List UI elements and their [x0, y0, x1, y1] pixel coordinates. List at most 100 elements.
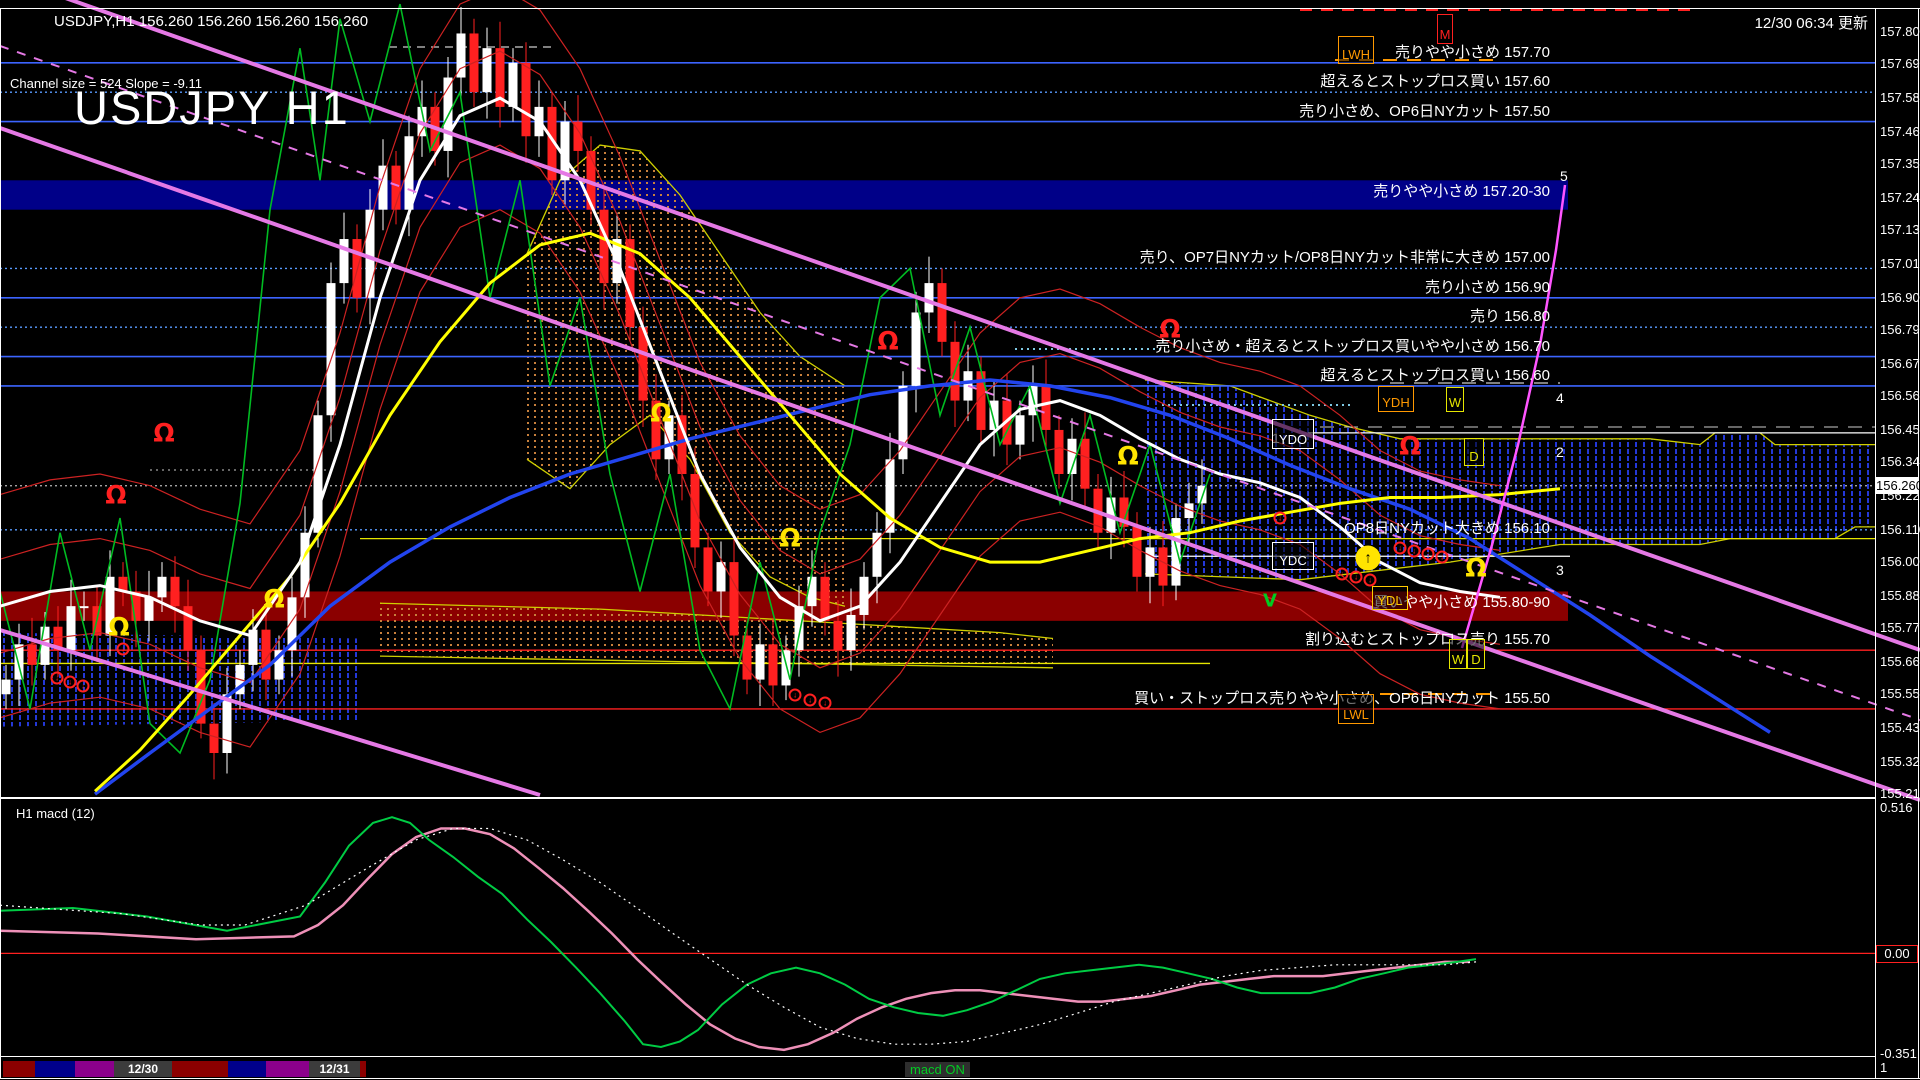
price-axis-tick: 156.675	[1880, 356, 1920, 371]
last-updated-timestamp: 12/30 06:34 更新	[1755, 12, 1868, 33]
window-top-border	[0, 8, 1920, 9]
timeline-segment[interactable]	[3, 1061, 35, 1077]
period-marker-box-ydo[interactable]: YDO	[1272, 419, 1314, 449]
buy-signal-icon: Ω	[1117, 441, 1138, 470]
period-marker-box-lwh[interactable]: LWH	[1338, 36, 1374, 64]
fractal-circle-icon: ↓	[1422, 548, 1435, 561]
fractal-circle-icon: ↓	[1408, 545, 1421, 558]
buy-signal-icon: Ω	[263, 584, 284, 613]
period-marker-box-w[interactable]: W	[1446, 387, 1464, 412]
fractal-circle-icon: ↓	[804, 694, 817, 707]
candle-body	[1016, 415, 1025, 444]
candle-body	[210, 724, 219, 753]
price-axis-tick: 155.320	[1880, 754, 1920, 769]
macd-signal-dotted-line	[0, 829, 1476, 1045]
trading-chart-window: USDJPY H1 USDJPY,H1 156.260 156.260 156.…	[0, 0, 1920, 1080]
price-annotation: 売り、OP7日NYカット/OP8日NYカット非常に大きめ 157.00	[0, 249, 1550, 267]
price-axis-tick: 157.580	[1880, 90, 1920, 105]
candle-body	[704, 547, 713, 591]
candle-body	[873, 533, 882, 577]
candle-body	[782, 650, 791, 685]
price-axis-tick: 155.435	[1880, 720, 1920, 735]
timeline-segment[interactable]	[75, 1061, 114, 1077]
period-marker-box-d[interactable]: D	[1467, 639, 1485, 669]
price-annotation: 割り込むとストップロス売り 155.70	[0, 631, 1550, 649]
fractal-circle-icon: ↓	[1364, 574, 1377, 587]
candle-body	[1081, 439, 1090, 489]
price-axis-tick: 157.355	[1880, 156, 1920, 171]
period-marker-box-w[interactable]: W	[1449, 639, 1467, 669]
price-axis-tick: 155.210	[1880, 786, 1920, 801]
price-annotation: 超えるとストップロス買い 157.60	[0, 73, 1550, 91]
period-marker-box-d[interactable]: D	[1464, 438, 1484, 466]
price-annotation: OP8日NYカット大きめ 156.10	[0, 520, 1550, 538]
wave-count-number: 2	[1556, 444, 1564, 460]
sell-signal-icon: Ω	[153, 418, 174, 447]
price-annotation: 売り小さめ 156.90	[0, 279, 1550, 297]
fractal-circle-icon: ↓	[789, 689, 802, 702]
price-axis-tick: 155.550	[1880, 686, 1920, 701]
buy-signal-icon: Ω	[1465, 553, 1486, 582]
price-axis-tick: 156.450	[1880, 422, 1920, 437]
candle-body	[756, 644, 765, 679]
macd-indicator-label: H1 macd (12)	[16, 806, 95, 821]
macd-on-toggle[interactable]: macd ON	[905, 1062, 970, 1077]
macd-axis-tick: 0.516	[1880, 800, 1913, 815]
timeline-bottom-border	[0, 1078, 1920, 1079]
timeline-segment[interactable]	[172, 1061, 228, 1077]
price-axis-separator[interactable]	[1875, 8, 1876, 1078]
sell-signal-icon: Ω	[1159, 314, 1180, 343]
timeline-date-segment[interactable]: 12/30	[114, 1061, 172, 1077]
timeline-segment[interactable]	[35, 1061, 75, 1077]
wave-count-number: 4	[1556, 390, 1564, 406]
sell-signal-icon: Ω	[105, 480, 126, 509]
price-axis-tick: 157.130	[1880, 222, 1920, 237]
panel-divider[interactable]	[0, 797, 1875, 799]
price-axis-tick: 155.660	[1880, 654, 1920, 669]
price-axis-tick: 156.565	[1880, 388, 1920, 403]
price-annotation: 超えるとストップロス買い 156.60	[0, 367, 1550, 385]
candle-body	[990, 401, 999, 430]
candle-body	[15, 644, 24, 679]
price-axis-tick: 155.885	[1880, 588, 1920, 603]
period-marker-box-lwl[interactable]: LWL	[1338, 694, 1374, 724]
band-annotation: 買いやや小さめ 155.80-90	[0, 594, 1550, 612]
macd-green-line	[0, 817, 1476, 1047]
timeline-segment[interactable]	[228, 1061, 266, 1077]
fractal-circle-icon: ↓	[64, 676, 77, 689]
macd-bottom-border	[0, 1056, 1875, 1057]
fractal-circle-icon: ↓	[1336, 568, 1349, 581]
macd-axis-tick: -0.351	[1880, 1046, 1917, 1061]
price-annotation: 売り小さめ・超えるとストップロス買いやや小さめ 156.70	[0, 338, 1550, 356]
fractal-circle-icon: ↓	[1350, 571, 1363, 584]
wave-count-number: 5	[1560, 168, 1568, 184]
period-marker-box-ydl[interactable]: YDL	[1372, 586, 1408, 610]
candle-body	[1159, 547, 1168, 585]
period-marker-box-m[interactable]: M	[1437, 14, 1453, 44]
buy-signal-icon: Ω	[779, 523, 800, 552]
fractal-circle-icon: ↓	[819, 697, 832, 710]
timeline-date-segment[interactable]: 12/31	[309, 1061, 360, 1077]
macd-zero-box: 0.00	[1876, 945, 1918, 963]
macd-pink-line	[0, 829, 1470, 1050]
price-axis-tick: 157.240	[1880, 190, 1920, 205]
chart-title: USDJPY,H1 156.260 156.260 156.260 156.26…	[54, 13, 368, 30]
price-axis-tick: 156.340	[1880, 454, 1920, 469]
fractal-circle-icon: ↓	[117, 643, 130, 656]
candle-body	[1055, 430, 1064, 474]
period-marker-box-ydc[interactable]: YDC	[1272, 542, 1314, 570]
sell-signal-icon: Ω	[877, 326, 898, 355]
candle-body	[1146, 547, 1155, 576]
green-check-icon: V	[1263, 590, 1277, 611]
price-axis-tick: 157.465	[1880, 124, 1920, 139]
candle-body	[899, 386, 908, 459]
fractal-circle-icon: ↓	[1394, 542, 1407, 555]
current-price-box: 156.260	[1876, 477, 1919, 494]
timeline-segment[interactable]	[266, 1061, 309, 1077]
timeline-segment[interactable]	[366, 1061, 1875, 1077]
price-annotation: 売り 156.80	[0, 308, 1550, 326]
period-marker-box-ydh[interactable]: YDH	[1378, 386, 1414, 412]
price-axis-tick: 156.110	[1880, 522, 1920, 537]
chart-canvas[interactable]	[0, 0, 1920, 1080]
price-axis-tick: 156.790	[1880, 322, 1920, 337]
